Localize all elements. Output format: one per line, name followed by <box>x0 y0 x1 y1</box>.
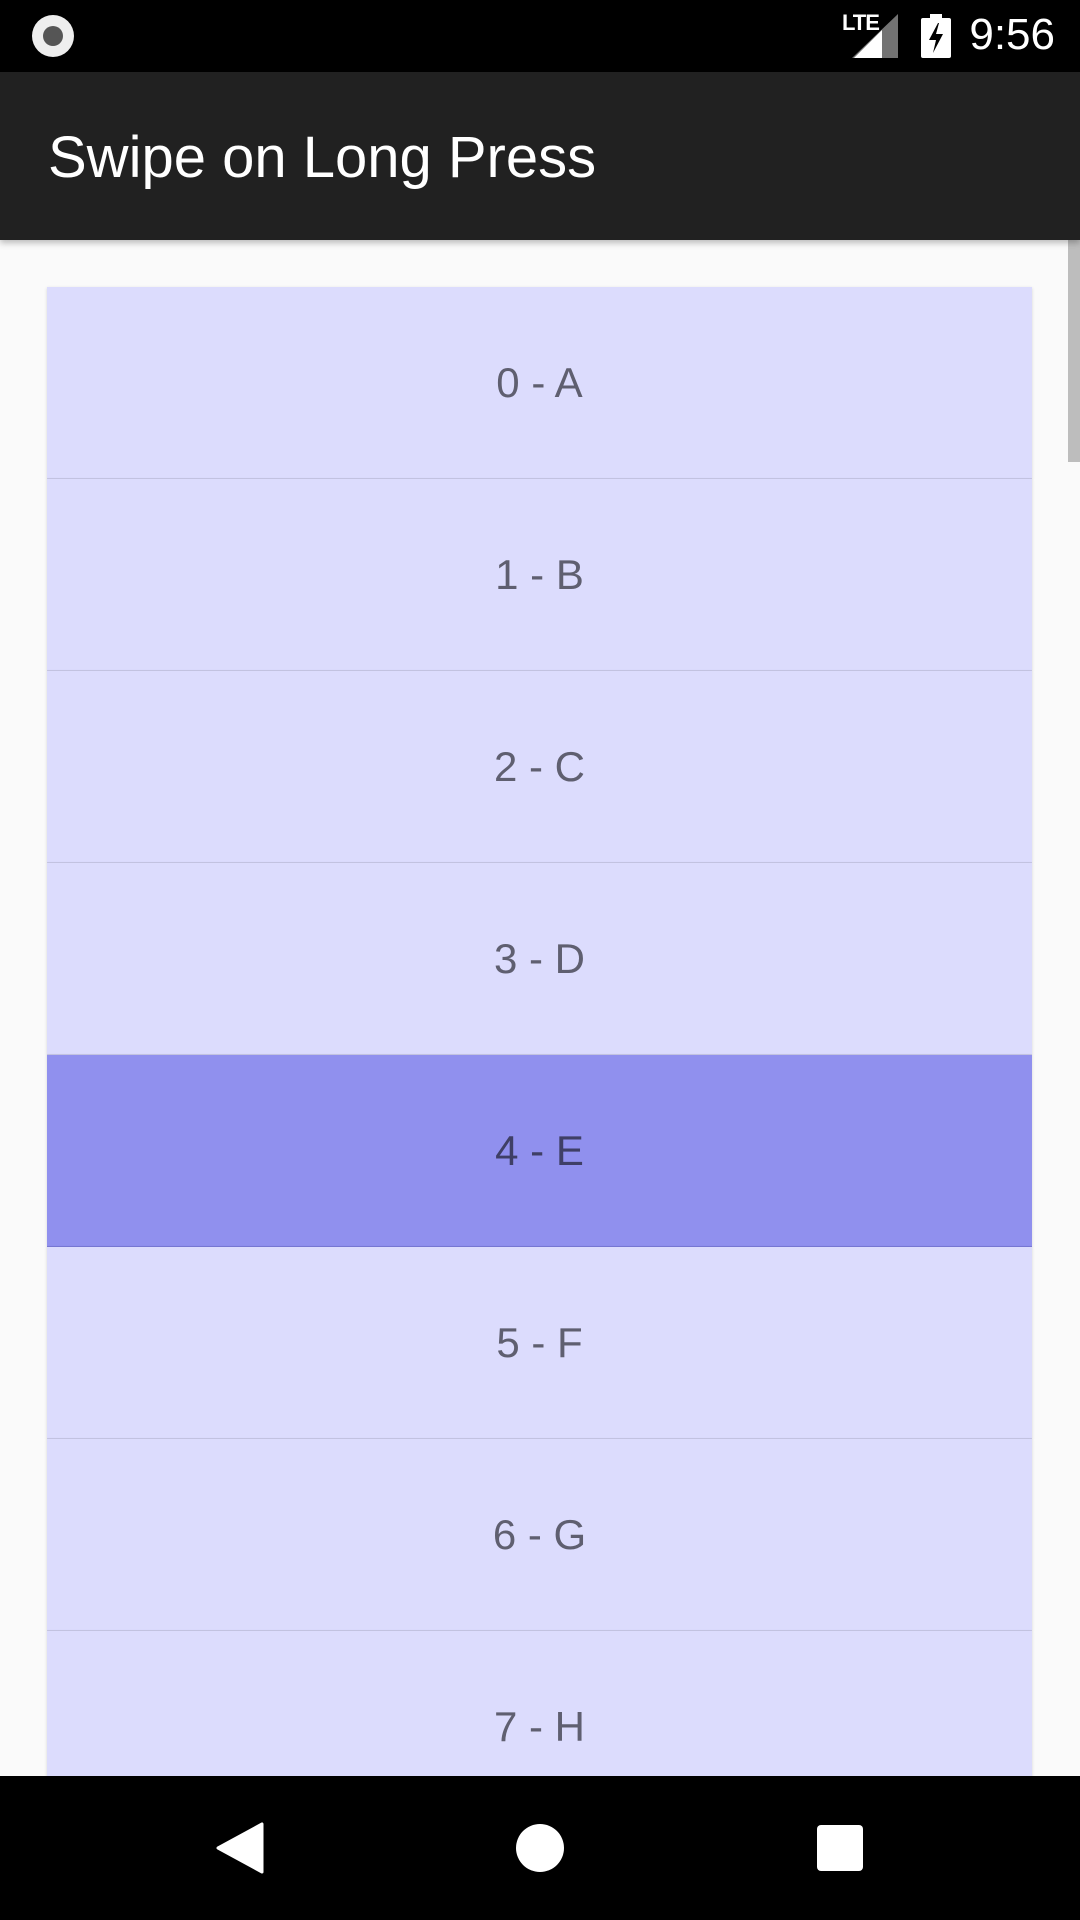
recents-icon[interactable] <box>817 1825 863 1871</box>
list-item[interactable]: 0 - A <box>47 287 1032 479</box>
battery-charging-icon <box>921 14 951 58</box>
list-item-label: 5 - F <box>496 1318 583 1366</box>
list-item[interactable]: 3 - D <box>47 863 1032 1055</box>
list-item[interactable]: 2 - C <box>47 671 1032 863</box>
list-item-selected[interactable]: 4 - E <box>47 1055 1032 1247</box>
page-title: Swipe on Long Press <box>48 125 597 190</box>
status-bar: LTE 9:56 <box>0 0 1080 72</box>
list-item[interactable]: 6 - G <box>47 1439 1032 1631</box>
recycler-list: 0 - A 1 - B 2 - C 3 - D 4 - E 5 - F 6 - … <box>47 287 1032 1776</box>
list-item-label: 4 - E <box>495 1126 584 1174</box>
navigation-bar <box>0 1776 1080 1920</box>
list-item-label: 2 - C <box>493 742 585 790</box>
home-icon[interactable] <box>516 1824 564 1872</box>
list-item-label: 7 - H <box>493 1702 585 1750</box>
list-item-label: 3 - D <box>493 934 585 982</box>
list-item[interactable]: 1 - B <box>47 479 1032 671</box>
scrollbar[interactable] <box>1068 240 1080 462</box>
list-item-label: 0 - A <box>496 358 583 406</box>
status-clock: 9:56 <box>969 10 1055 59</box>
list-item-label: 6 - G <box>492 1510 587 1558</box>
list-item[interactable]: 7 - H <box>47 1631 1032 1776</box>
signal-icon <box>852 14 898 58</box>
app-bar: Swipe on Long Press <box>0 72 1080 240</box>
recording-dot-icon <box>32 15 74 57</box>
list-item[interactable]: 5 - F <box>47 1247 1032 1439</box>
back-icon[interactable] <box>216 1822 264 1874</box>
list-container[interactable]: 0 - A 1 - B 2 - C 3 - D 4 - E 5 - F 6 - … <box>0 240 1080 1776</box>
screen: LTE 9:56 Swipe on Long Press 0 - A 1 - B… <box>0 0 1080 1920</box>
list-item-label: 1 - B <box>495 550 584 598</box>
